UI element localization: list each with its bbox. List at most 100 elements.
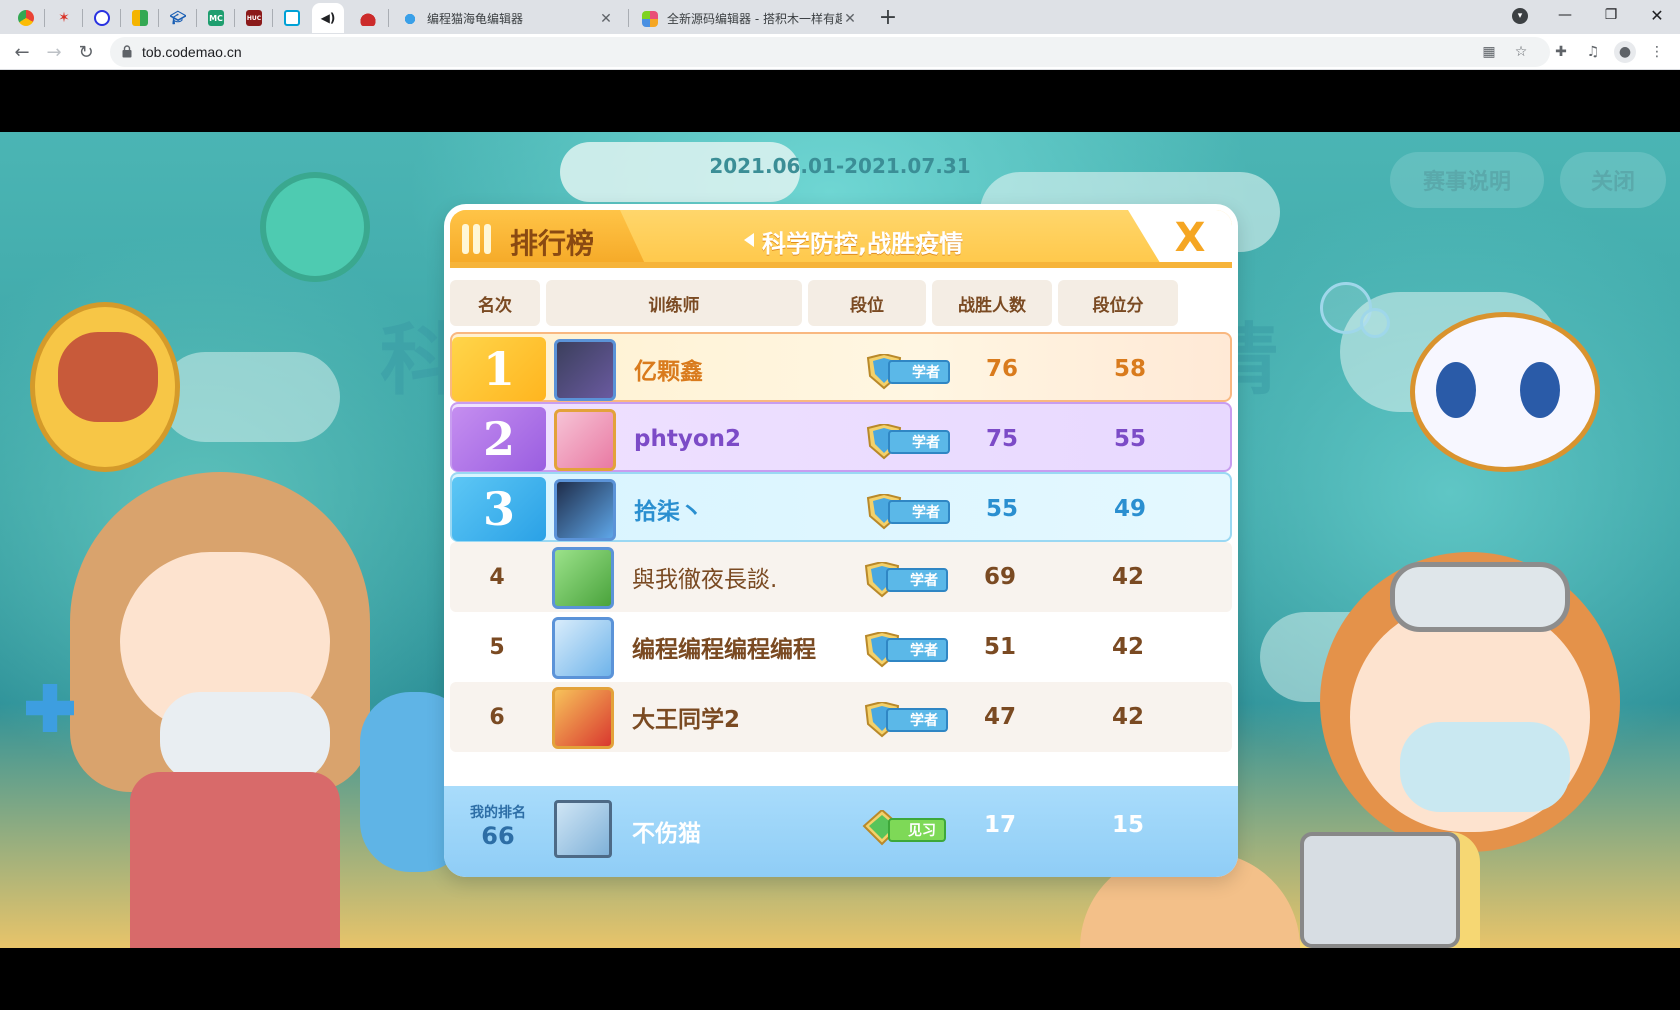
trainer-name: phtyon2 (634, 426, 742, 452)
forward-icon[interactable]: → (40, 38, 68, 66)
pinned-tab-active-audio[interactable]: ◀) (312, 3, 344, 33)
tier-label: 学者 (886, 568, 948, 592)
robot-face-illustration (58, 332, 158, 422)
tier-score: 55 (1113, 426, 1146, 452)
leaderboard-panel: 排行榜 科学防控,战胜疫情 X 名次 训练师 段位 战胜人数 段位分 1 亿颗鑫… (444, 204, 1238, 877)
leaderboard-row[interactable]: 2 phtyon2 学者 75 55 (450, 402, 1232, 472)
column-header-tier: 段位 (808, 280, 926, 326)
close-tab-icon[interactable]: ✕ (842, 11, 858, 27)
leaderboard-row[interactable]: 3 拾柒丶 学者 55 49 (450, 472, 1232, 542)
trainer-avatar (554, 339, 616, 401)
laptop-illustration (1300, 832, 1460, 948)
rank-number: 4 (489, 564, 505, 590)
my-wins-count: 17 (983, 812, 1016, 838)
my-avatar (554, 800, 612, 858)
tab-kitten-editor[interactable]: 全新源码编辑器 - 搭积木一样有趣 ✕ (632, 3, 868, 34)
my-tier-label: 见习 (888, 818, 946, 842)
my-tier-badge: 见习 (862, 810, 948, 846)
tier-score: 49 (1113, 496, 1146, 522)
mascot-eye-illustration (1436, 362, 1476, 418)
trainer-avatar (554, 409, 616, 471)
tier-badge: 学者 (862, 702, 948, 738)
pinned-tab-baidu[interactable] (86, 3, 118, 33)
close-tab-icon[interactable]: ✕ (598, 11, 614, 27)
close-window-button[interactable]: ✕ (1634, 0, 1680, 30)
tier-score: 42 (1111, 704, 1144, 730)
trainer-avatar (554, 479, 616, 541)
event-rules-button[interactable]: 赛事说明 (1390, 152, 1544, 208)
wins-count: 75 (985, 426, 1018, 452)
tier-badge: 学者 (864, 494, 950, 530)
leaderboard-row[interactable]: 4 與我徹夜長談. 学者 69 42 (450, 542, 1232, 612)
qr-code-icon[interactable]: ▦ (1480, 43, 1498, 61)
virus-icon (260, 172, 370, 282)
girl-outfit-illustration (130, 772, 340, 948)
goggles-illustration (1390, 562, 1570, 632)
new-tab-button[interactable]: + (874, 3, 902, 31)
back-icon[interactable]: ← (8, 38, 36, 66)
pinned-tab-gift[interactable] (124, 3, 156, 33)
rank-number: 5 (489, 634, 505, 660)
minimize-button[interactable]: — (1542, 0, 1588, 30)
tier-score: 42 (1111, 634, 1144, 660)
tier-badge: 学者 (864, 424, 950, 460)
my-trainer-name: 不伤猫 (632, 821, 701, 847)
column-header-score: 段位分 (1058, 280, 1178, 326)
trainer-name: 大王同学2 (632, 707, 741, 733)
url-text: tob.codemao.cn (142, 44, 242, 60)
leaderboard-row[interactable]: 1 亿颗鑫 学者 76 58 (450, 332, 1232, 402)
mc-icon: MC (208, 10, 224, 26)
tier-score: 58 (1113, 356, 1146, 382)
wins-count: 51 (983, 634, 1016, 660)
tier-label: 学者 (886, 708, 948, 732)
pinned-tab-graduation[interactable]: 🎓︎ (162, 3, 194, 33)
game-close-button[interactable]: 关闭 (1560, 152, 1666, 208)
face-mask-illustration (160, 692, 330, 782)
trainer-name: 编程编程编程编程 (632, 637, 816, 663)
column-header-trainer: 训练师 (546, 280, 802, 326)
pinned-tab-bookmark[interactable]: ✶ (48, 3, 80, 33)
address-bar[interactable]: tob.codemao.cn ▦ ☆ (110, 37, 1550, 67)
tab-turtle-editor[interactable]: 编程猫海龟编辑器 ✕ (392, 3, 624, 34)
rank-number: 6 (489, 704, 505, 730)
restore-button[interactable]: ❐ (1588, 0, 1634, 30)
bilibili-tv-icon (284, 10, 300, 26)
pinned-tab-redhat[interactable] (352, 3, 384, 33)
bookmark-star-icon: ✶ (58, 10, 70, 26)
profile-avatar[interactable]: ● (1614, 41, 1636, 63)
graduation-cap-icon: 🎓︎ (169, 10, 187, 26)
my-rank-number: 66 (481, 822, 515, 850)
my-ranking-row[interactable]: 我的排名 66 不伤猫 见习 17 15 (444, 786, 1238, 877)
column-header-wins: 战胜人数 (932, 280, 1052, 326)
leaderboard-row[interactable]: 5 编程编程编程编程 学者 51 42 (450, 612, 1232, 682)
media-control-icon[interactable]: ♫ (1584, 43, 1602, 61)
pinned-tab-mc[interactable]: MC (200, 3, 232, 33)
pinned-tab-chrome[interactable] (10, 3, 42, 33)
browser-tab-strip: ✶ 🎓︎ MC HUC ◀) 编程猫海龟编辑器 ✕ 全新源码编辑器 - 搭积木一… (0, 0, 1680, 34)
lock-icon (122, 45, 132, 58)
wins-count: 47 (983, 704, 1016, 730)
mascot-eye-illustration (1520, 362, 1560, 418)
tier-label: 学者 (888, 430, 950, 454)
wins-count: 69 (983, 564, 1016, 590)
face-mask-illustration (1400, 722, 1570, 812)
wins-count: 55 (985, 496, 1018, 522)
pinned-tab-huc[interactable]: HUC (238, 3, 270, 33)
tier-badge: 学者 (864, 354, 950, 390)
tab-title: 编程猫海龟编辑器 (427, 12, 524, 26)
gift-icon (132, 10, 148, 26)
tier-label: 学者 (888, 500, 950, 524)
tab-search-icon[interactable]: ▾ (1512, 8, 1528, 24)
trainer-name: 亿颗鑫 (634, 359, 703, 385)
trainer-avatar (552, 547, 614, 609)
leaderboard-row[interactable]: 6 大王同学2 学者 47 42 (450, 682, 1232, 752)
huc-icon: HUC (246, 10, 262, 26)
close-icon[interactable]: X (1166, 214, 1214, 262)
bookmark-star-icon[interactable]: ☆ (1512, 43, 1530, 61)
pinned-tab-bilibili[interactable] (276, 3, 308, 33)
browser-menu-icon[interactable]: ⋮ (1648, 43, 1666, 61)
extensions-puzzle-icon[interactable]: ✚ (1552, 43, 1570, 61)
event-date-range: 2021.06.01-2021.07.31 (709, 154, 971, 178)
trainer-name: 與我徹夜長談. (632, 567, 778, 593)
reload-icon[interactable]: ↻ (72, 38, 100, 66)
